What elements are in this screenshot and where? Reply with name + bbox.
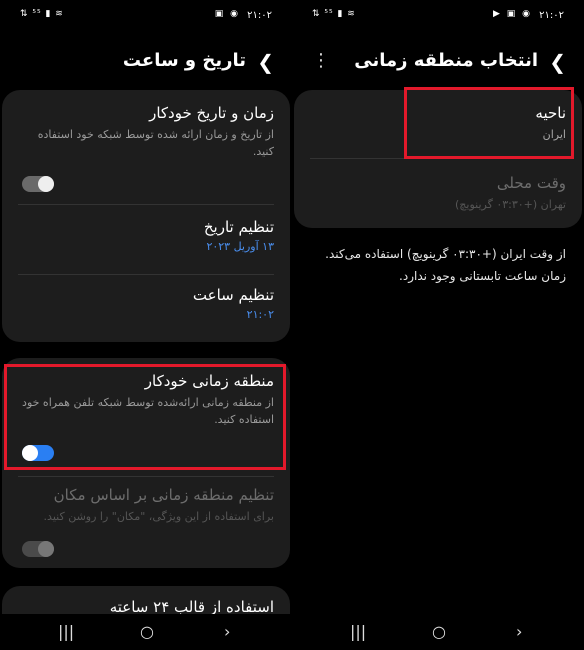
item-title: وقت محلی (496, 174, 566, 192)
item-title: تنظیم ساعت (192, 286, 274, 304)
time-value: ۲۱:۰۲ (246, 308, 274, 321)
chevron-right-icon[interactable]: ❯ (257, 50, 274, 74)
item-title: تنظیم منطقه زمانی بر اساس مکان (53, 486, 274, 504)
home-icon[interactable]: ○ (432, 622, 446, 641)
page-title: تاریخ و ساعت (122, 50, 246, 71)
status-time: ۲۱:۰۲ (247, 10, 272, 21)
item-title: زمان و تاریخ خودکار (149, 104, 274, 122)
item-subtitle: از تاریخ و زمان ارائه شده توسط شبکه خود … (37, 128, 274, 158)
local-time-value: تهران (+۰۳:۳۰ گرینویچ) (454, 198, 566, 211)
back-nav-icon[interactable]: › (224, 622, 230, 641)
page-header: ❯ انتخاب منطقه زمانی ⋮ (292, 44, 584, 80)
navigation-bar: ||| ○ › (292, 614, 584, 650)
signal-icons: ⇅ ⁵⁵ ▮ ≋ (20, 9, 64, 19)
back-nav-icon[interactable]: › (516, 622, 522, 641)
date-time-screen: ⇅ ⁵⁵ ▮ ≋ ▣ ◉ ۲۱:۰۲ ❯ تاریخ و ساعت زمان و… (0, 0, 292, 650)
item-subtitle: برای استفاده از این ویژگی، "مکان" را روش… (43, 510, 274, 523)
notification-icons: ▶ ▣ ◉ (493, 9, 532, 19)
timezone-select-screen: ⇅ ⁵⁵ ▮ ≋ ▶ ▣ ◉ ۲۱:۰۲ ❯ انتخاب منطقه زمان… (292, 0, 584, 650)
navigation-bar: ||| ○ › (0, 614, 292, 650)
auto-datetime-toggle[interactable] (22, 176, 54, 192)
highlight-box (4, 364, 286, 470)
location-timezone-item[interactable]: تنظیم منطقه زمانی بر اساس مکان برای استف… (18, 486, 274, 525)
highlight-box (404, 87, 574, 159)
chevron-right-icon[interactable]: ❯ (549, 50, 566, 74)
status-bar: ⇅ ⁵⁵ ▮ ≋ ▶ ▣ ◉ ۲۱:۰۲ (292, 0, 584, 32)
status-time: ۲۱:۰۲ (539, 10, 564, 21)
more-vertical-icon[interactable]: ⋮ (312, 50, 330, 71)
notification-icons: ▣ ◉ (214, 9, 240, 19)
description-line: از وقت ایران (+۰۳:۳۰ گرینویچ) استفاده می… (325, 247, 566, 261)
home-icon[interactable]: ○ (140, 622, 154, 641)
recents-icon[interactable]: ||| (58, 622, 74, 641)
page-title: انتخاب منطقه زمانی (354, 50, 538, 71)
recents-icon[interactable]: ||| (350, 622, 366, 641)
signal-icons: ⇅ ⁵⁵ ▮ ≋ (312, 9, 356, 19)
datetime-card: زمان و تاریخ خودکار از تاریخ و زمان ارائ… (2, 90, 290, 342)
divider (18, 274, 274, 275)
status-bar: ⇅ ⁵⁵ ▮ ≋ ▣ ◉ ۲۱:۰۲ (0, 0, 292, 32)
set-date-item[interactable]: تنظیم تاریخ ۱۳ آوریل ۲۰۲۳ (18, 218, 274, 253)
local-time-item: وقت محلی تهران (+۰۳:۳۰ گرینویچ) (310, 174, 566, 213)
description-line: زمان ساعت تابستانی وجود ندارد. (399, 269, 566, 283)
divider (18, 204, 274, 205)
timezone-description: از وقت ایران (+۰۳:۳۰ گرینویچ) استفاده می… (306, 243, 566, 287)
page-header: ❯ تاریخ و ساعت (0, 44, 292, 80)
location-timezone-toggle[interactable] (22, 541, 54, 557)
divider (18, 476, 274, 477)
date-value: ۱۳ آوریل ۲۰۲۳ (206, 240, 274, 253)
set-time-item[interactable]: تنظیم ساعت ۲۱:۰۲ (18, 286, 274, 321)
item-title: تنظیم تاریخ (203, 218, 274, 236)
auto-datetime-item[interactable]: زمان و تاریخ خودکار از تاریخ و زمان ارائ… (18, 104, 274, 160)
